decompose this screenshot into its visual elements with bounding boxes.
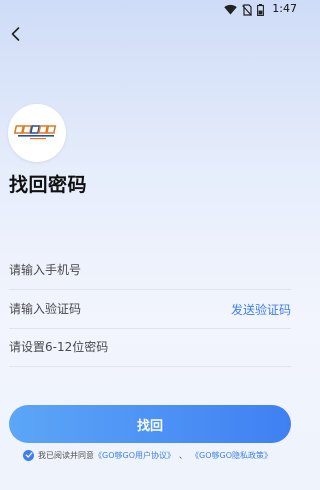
back-button[interactable] bbox=[6, 24, 26, 44]
agreement-prefix: 我已阅读并同意 bbox=[38, 450, 94, 460]
status-time: 1:47 bbox=[272, 2, 297, 15]
verification-code-field: 发送验证码 bbox=[9, 290, 291, 329]
agreement-checkbox[interactable] bbox=[23, 449, 34, 461]
agreement-row: 我已阅读并同意 《GO够GO用户协议》 、 《GO够GO隐私政策》 bbox=[23, 448, 295, 462]
verification-code-input[interactable] bbox=[9, 302, 231, 316]
user-agreement-link[interactable]: 《GO够GO用户协议》 bbox=[94, 450, 175, 461]
phone-field bbox=[9, 251, 291, 290]
back-arrow-icon bbox=[11, 27, 20, 41]
page-title: 找回密码 bbox=[9, 174, 88, 196]
send-code-button[interactable]: 发送验证码 bbox=[231, 301, 291, 318]
password-field bbox=[9, 328, 291, 367]
privacy-policy-link[interactable]: 《GO够GO隐私政策》 bbox=[191, 450, 272, 461]
phone-input[interactable] bbox=[9, 263, 291, 277]
checkbox-checked-icon bbox=[25, 452, 32, 458]
status-bar: 1:47 bbox=[0, 0, 300, 20]
wifi-icon bbox=[224, 4, 237, 15]
submit-button[interactable]: 找回 bbox=[9, 405, 291, 443]
password-input[interactable] bbox=[9, 340, 291, 354]
no-sim-icon bbox=[242, 3, 252, 16]
status-icons bbox=[224, 3, 264, 16]
app-logo bbox=[8, 104, 66, 162]
battery-icon bbox=[257, 3, 264, 16]
logo-icon bbox=[13, 125, 57, 140]
agreement-separator: 、 bbox=[179, 450, 187, 460]
